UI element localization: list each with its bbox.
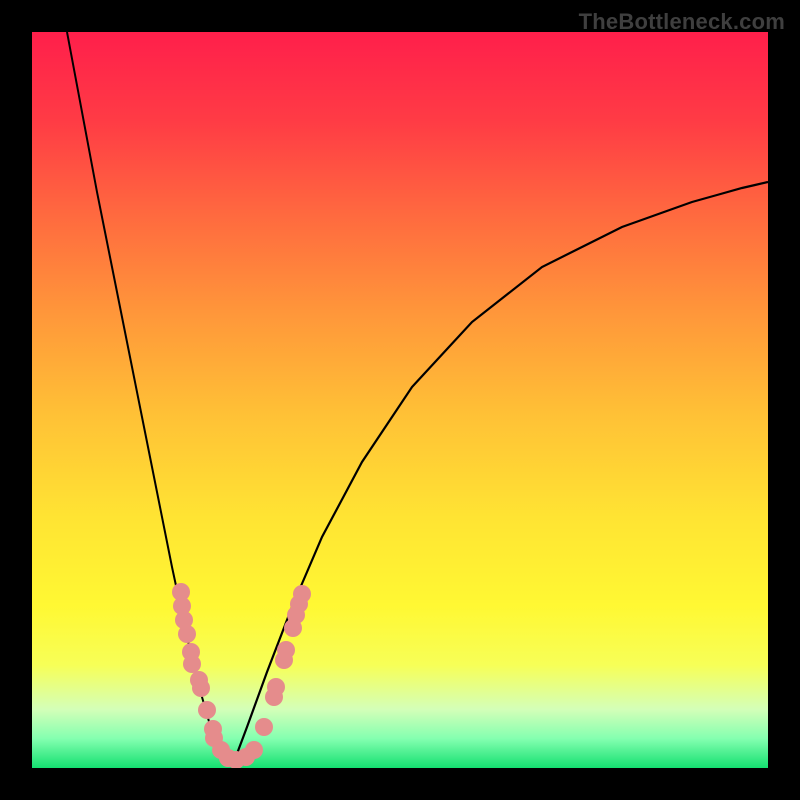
marker-point bbox=[277, 641, 295, 659]
marker-point bbox=[198, 701, 216, 719]
plot-area bbox=[32, 32, 768, 768]
left-branch-curve bbox=[67, 32, 232, 767]
marker-point bbox=[255, 718, 273, 736]
marker-point bbox=[178, 625, 196, 643]
marker-point bbox=[183, 655, 201, 673]
right-branch-curve bbox=[232, 182, 768, 767]
curves-layer bbox=[32, 32, 768, 768]
chart-frame: TheBottleneck.com bbox=[0, 0, 800, 800]
marker-point bbox=[267, 678, 285, 696]
marker-point bbox=[293, 585, 311, 603]
watermark-text: TheBottleneck.com bbox=[579, 9, 785, 35]
marker-point bbox=[192, 679, 210, 697]
marker-point bbox=[245, 741, 263, 759]
